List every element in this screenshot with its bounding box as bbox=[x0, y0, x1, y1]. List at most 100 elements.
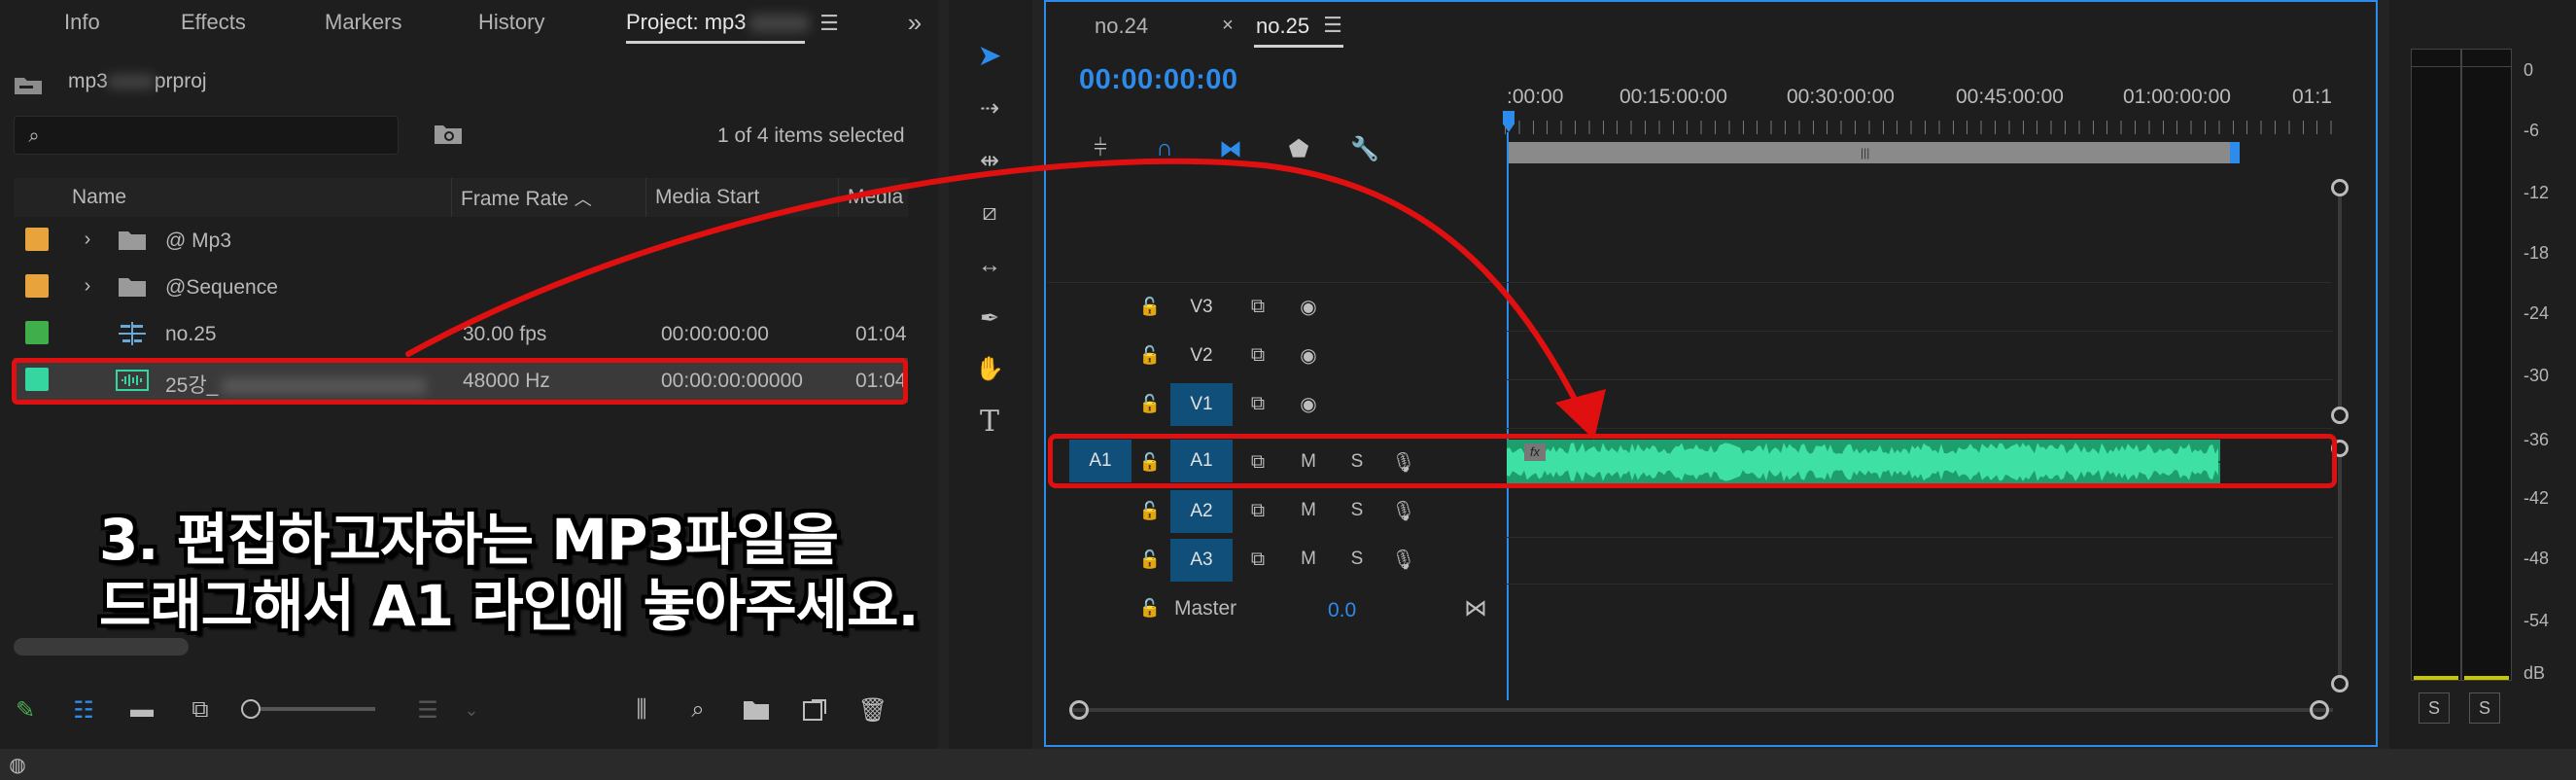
search-input[interactable]: ⌕ bbox=[14, 116, 399, 155]
tab-history[interactable]: History bbox=[478, 10, 544, 35]
type-tool-icon[interactable]: T bbox=[966, 401, 1013, 442]
lock-icon[interactable]: 🔓 bbox=[1137, 593, 1163, 622]
chevron-down-icon[interactable]: ⌄ bbox=[459, 694, 484, 726]
horizontal-zoom-scrollbar[interactable] bbox=[1069, 708, 2333, 712]
scroll-handle[interactable] bbox=[2331, 407, 2349, 424]
tab-info[interactable]: Info bbox=[64, 10, 100, 35]
eye-icon[interactable]: ◉ bbox=[1293, 292, 1324, 321]
column-header-frame-rate[interactable]: Frame Rate ︿ bbox=[461, 186, 592, 211]
automate-to-sequence-icon[interactable]: ⫼ bbox=[622, 694, 661, 726]
label-color-swatch[interactable] bbox=[25, 274, 49, 298]
scroll-handle[interactable] bbox=[2331, 179, 2349, 196]
sync-lock-icon[interactable]: ⧉ bbox=[1242, 340, 1273, 370]
label-color-swatch[interactable] bbox=[25, 321, 49, 344]
razor-tool-icon[interactable]: ⧄ bbox=[966, 193, 1013, 233]
mute-button[interactable]: M bbox=[1293, 496, 1324, 525]
track-label[interactable]: V2 bbox=[1170, 335, 1233, 377]
tab-sequence-no25[interactable]: no.25 bbox=[1256, 14, 1309, 39]
solo-right-button[interactable]: S bbox=[2469, 692, 2500, 724]
redacted-text bbox=[749, 15, 809, 33]
lock-icon[interactable]: 🔓 bbox=[1137, 389, 1163, 418]
sync-lock-icon[interactable]: ⧉ bbox=[1242, 496, 1273, 525]
track-label[interactable]: V1 bbox=[1170, 383, 1233, 426]
scroll-handle[interactable] bbox=[2310, 700, 2329, 720]
linked-selection-icon[interactable]: ⧓ bbox=[1213, 132, 1248, 165]
scroll-handle[interactable] bbox=[1069, 700, 1089, 720]
sort-icons-icon[interactable]: ☰ bbox=[408, 694, 447, 726]
sync-lock-icon[interactable]: ⧉ bbox=[1242, 389, 1273, 418]
playhead-timecode[interactable]: 00:00:00:00 bbox=[1079, 64, 1238, 96]
tab-project-label: Project: mp3 bbox=[626, 10, 747, 34]
track-label[interactable]: A3 bbox=[1170, 539, 1233, 582]
find-bin-icon[interactable] bbox=[432, 119, 465, 150]
tab-sequence-no24[interactable]: no.24 bbox=[1095, 14, 1148, 39]
microphone-icon[interactable]: 🎙 bbox=[1388, 545, 1419, 574]
label-color-swatch[interactable] bbox=[25, 228, 49, 251]
background-task-icon[interactable]: ◍ bbox=[4, 751, 31, 778]
hand-tool-icon[interactable]: ✋ bbox=[966, 348, 1013, 389]
pencil-icon[interactable]: ✎ bbox=[10, 694, 41, 726]
mute-button[interactable]: M bbox=[1293, 545, 1324, 574]
track-lane bbox=[1505, 331, 2333, 332]
freeform-view-icon[interactable]: ⧉ bbox=[181, 694, 220, 726]
video-track-v3: 🔓 V3 ⧉ ◉ bbox=[1048, 284, 1359, 331]
track-label[interactable]: V3 bbox=[1170, 286, 1233, 329]
column-header-media-end[interactable]: Media bbox=[848, 186, 908, 209]
pen-tool-icon[interactable]: ✒ bbox=[966, 298, 1013, 338]
scroll-handle[interactable] bbox=[2331, 675, 2349, 692]
new-bin-icon[interactable] bbox=[739, 694, 774, 726]
master-volume[interactable]: 0.0 bbox=[1328, 599, 1356, 622]
column-header-name[interactable]: Name bbox=[72, 186, 126, 209]
lock-icon[interactable]: 🔓 bbox=[1137, 340, 1163, 370]
sync-lock-icon[interactable]: ⧉ bbox=[1242, 292, 1273, 321]
insert-sequence-nest-icon[interactable]: ⫩ bbox=[1083, 132, 1118, 165]
microphone-icon[interactable]: 🎙 bbox=[1388, 496, 1419, 525]
add-marker-icon[interactable]: ⬟ bbox=[1281, 132, 1316, 165]
chevron-right-icon[interactable]: › bbox=[78, 272, 97, 300]
new-item-icon[interactable] bbox=[797, 694, 832, 726]
panel-menu-icon[interactable]: ☰ bbox=[815, 11, 844, 35]
lock-icon[interactable]: 🔓 bbox=[1137, 292, 1163, 321]
close-icon[interactable]: × bbox=[1217, 14, 1238, 37]
snap-magnet-icon[interactable]: ∩ bbox=[1147, 132, 1182, 165]
wrench-settings-icon[interactable]: 🔧 bbox=[1347, 132, 1382, 165]
item-name: @ Mp3 bbox=[165, 230, 232, 252]
list-view-icon[interactable]: ☷ bbox=[64, 694, 103, 726]
find-icon[interactable]: ⌕ bbox=[680, 694, 715, 726]
solo-button[interactable]: S bbox=[1341, 496, 1373, 525]
solo-button[interactable]: S bbox=[1341, 545, 1373, 574]
sequence-icon bbox=[117, 321, 148, 346]
track-select-tool-icon[interactable]: ⇢ bbox=[966, 88, 1013, 128]
trash-icon[interactable]: 🗑 bbox=[855, 694, 890, 726]
eye-icon[interactable]: ◉ bbox=[1293, 389, 1324, 418]
ripple-edit-tool-icon[interactable]: ⇹ bbox=[966, 140, 1013, 181]
lock-icon[interactable]: 🔓 bbox=[1137, 545, 1163, 574]
chevron-overflow-icon[interactable]: » bbox=[898, 8, 931, 37]
lock-icon[interactable]: 🔓 bbox=[1137, 496, 1163, 525]
vertical-scroll-track[interactable] bbox=[2338, 196, 2342, 407]
list-item[interactable]: › @ Mp3 bbox=[14, 218, 908, 263]
vertical-scroll-track[interactable] bbox=[2338, 457, 2342, 675]
tab-project[interactable]: Project: mp3 bbox=[626, 10, 809, 35]
track-label[interactable]: A2 bbox=[1170, 490, 1233, 533]
column-header-media-start[interactable]: Media Start bbox=[655, 186, 759, 209]
work-area-bar[interactable]: ||| bbox=[1509, 142, 2240, 163]
list-item[interactable]: no.25 30.00 fps 00:00:00:00 01:04 bbox=[14, 311, 908, 356]
work-area-grip[interactable]: ||| bbox=[1861, 146, 1869, 160]
zoom-slider[interactable] bbox=[241, 699, 375, 719]
tab-effects[interactable]: Effects bbox=[181, 10, 246, 35]
time-ruler-ticks[interactable] bbox=[1505, 121, 2333, 134]
panel-menu-icon[interactable]: ☰ bbox=[1318, 13, 1347, 37]
icon-view-icon[interactable]: ▬ bbox=[126, 694, 157, 726]
list-item[interactable]: › @Sequence bbox=[14, 265, 908, 309]
selection-tool-icon[interactable]: ➤ bbox=[966, 35, 1013, 76]
work-area-end-handle[interactable] bbox=[2230, 142, 2240, 163]
sync-lock-icon[interactable]: ⧉ bbox=[1242, 545, 1273, 574]
go-to-in-out-icon[interactable]: ⋈ bbox=[1458, 591, 1493, 624]
chevron-right-icon[interactable]: › bbox=[78, 226, 97, 253]
tab-markers[interactable]: Markers bbox=[325, 10, 401, 35]
slip-tool-icon[interactable]: ↔ bbox=[966, 245, 1013, 286]
zoom-slider-handle[interactable] bbox=[241, 699, 261, 719]
eye-icon[interactable]: ◉ bbox=[1293, 340, 1324, 370]
solo-left-button[interactable]: S bbox=[2419, 692, 2450, 724]
